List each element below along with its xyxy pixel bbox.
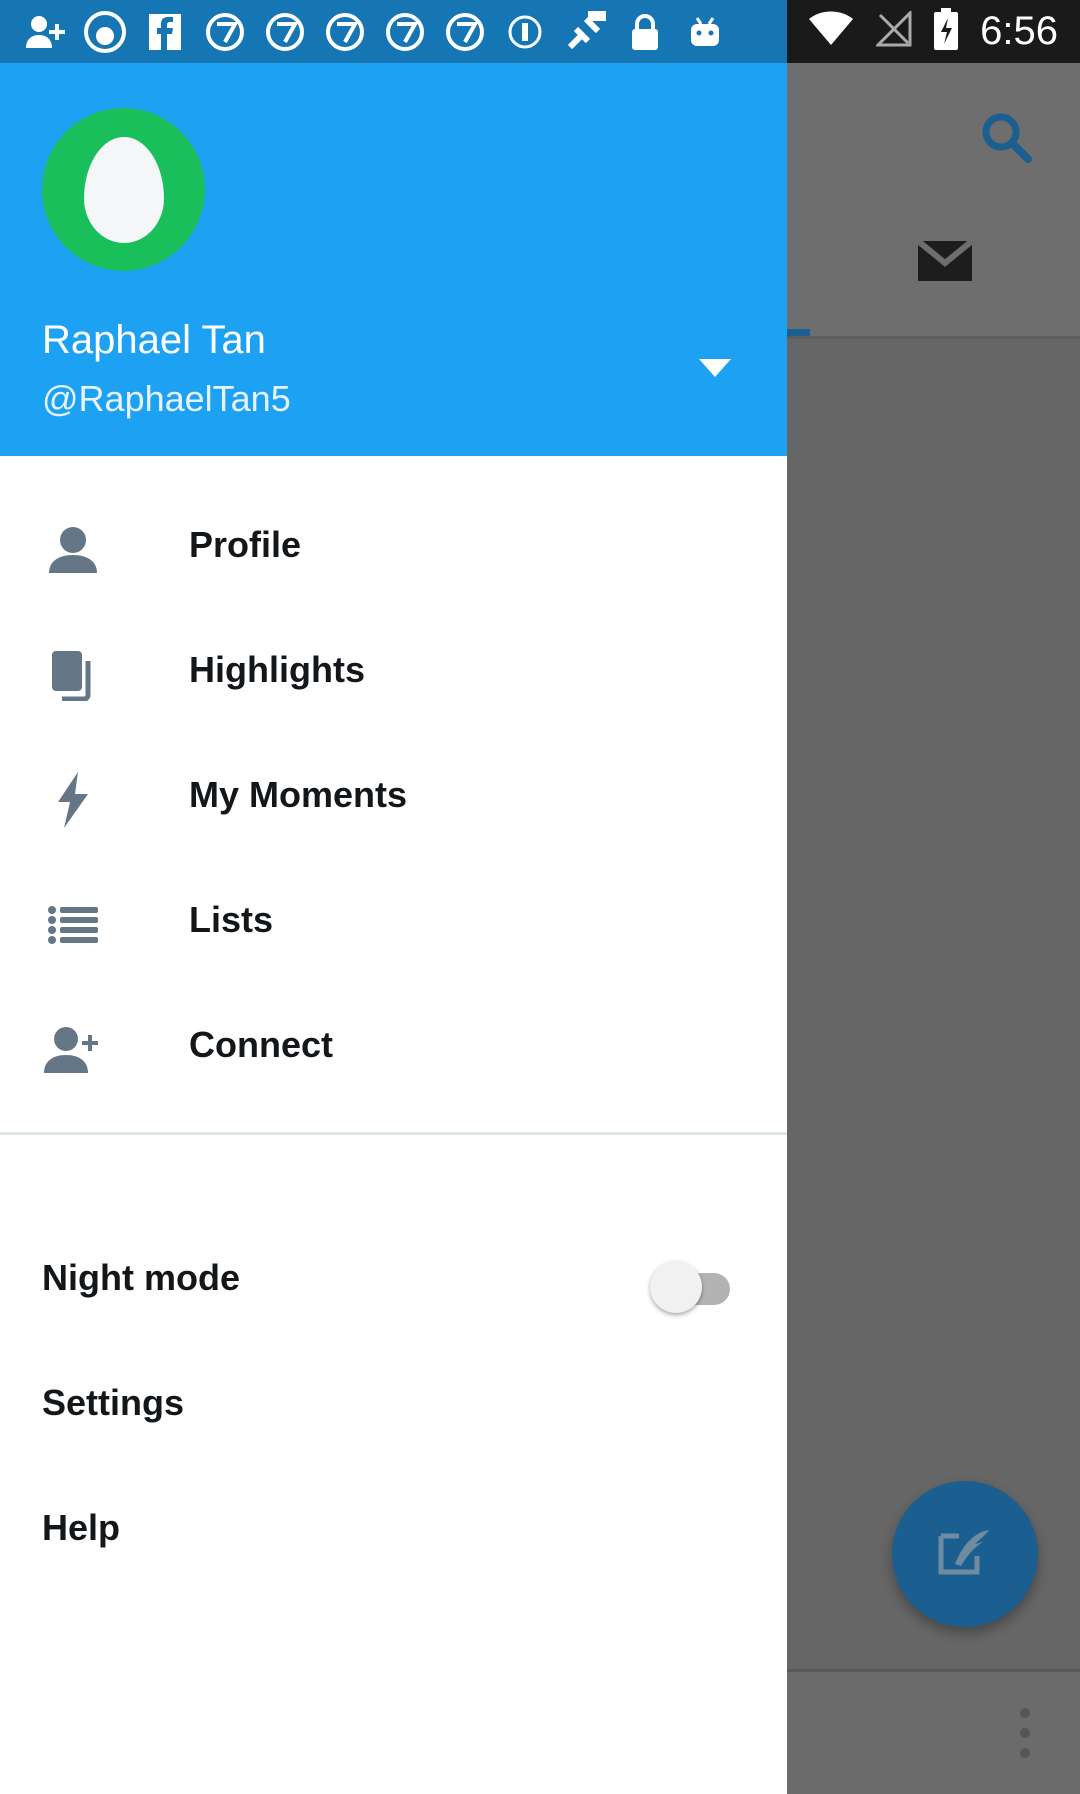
- settings-label: Settings: [42, 1382, 185, 1423]
- user-display-name: Raphael Tan: [42, 318, 266, 362]
- facebook-icon: [142, 9, 188, 55]
- chevron-down-icon: [699, 359, 731, 377]
- search-icon: [977, 108, 1037, 168]
- menu-item-label: Highlights: [189, 649, 365, 690]
- compose-icon: [938, 1530, 989, 1575]
- night-mode-label: Night mode: [42, 1257, 240, 1298]
- default-egg-avatar-icon: [83, 136, 164, 243]
- wifi-icon: [808, 11, 854, 52]
- abc7-icon: [322, 9, 368, 55]
- abc7-icon: [382, 9, 428, 55]
- status-bar-system: 6:56: [808, 0, 1058, 63]
- help-label: Help: [42, 1507, 121, 1548]
- menu-item-connect[interactable]: Connect: [0, 986, 787, 1111]
- menu-item-lists[interactable]: Lists: [0, 861, 787, 986]
- profile-icon: [44, 524, 102, 576]
- menu-item-label: Connect: [189, 1024, 333, 1065]
- no-signal-icon: [874, 9, 912, 52]
- abc7-icon: [202, 9, 248, 55]
- menu-item-highlights[interactable]: Highlights: [0, 611, 787, 736]
- mail-icon: [915, 233, 975, 288]
- drawer-menu: Profile Highlights My Moments Lists Conn…: [0, 456, 787, 1111]
- abc7-icon: [442, 9, 488, 55]
- battery-charging-icon: [934, 8, 959, 55]
- status-bar: 6:56: [0, 0, 1080, 63]
- add-person-icon: [22, 9, 68, 55]
- add-person-icon: [44, 1024, 102, 1076]
- lock-icon: [622, 9, 668, 55]
- user-handle: @RaphaelTan5: [42, 378, 291, 419]
- compose-tweet-button: [892, 1481, 1038, 1627]
- menu-item-profile[interactable]: Profile: [0, 486, 787, 611]
- account-switcher-button[interactable]: [690, 348, 740, 388]
- drawer-section-divider: [0, 1132, 787, 1135]
- lightning-icon: [44, 772, 102, 828]
- info-circle-icon: [502, 9, 548, 55]
- drawer-header: Raphael Tan @RaphaelTan5: [0, 63, 787, 456]
- fake-gps-icon: [562, 9, 608, 55]
- list-icon: [44, 899, 102, 951]
- settings-item[interactable]: Settings: [0, 1344, 787, 1469]
- highlights-icon: [44, 649, 102, 701]
- night-mode-toggle[interactable]: [650, 1259, 738, 1315]
- overflow-menu-icon: [1010, 1703, 1040, 1763]
- navigation-drawer: Raphael Tan @RaphaelTan5 Profile Highlig…: [0, 63, 787, 1794]
- avatar[interactable]: [42, 108, 205, 271]
- background-tab-indicator: [787, 329, 810, 336]
- menu-item-label: Profile: [189, 524, 302, 565]
- screen: 6:56 Raphael Tan @RaphaelTan5 Profile Hi…: [0, 0, 1080, 1794]
- menu-item-my-moments[interactable]: My Moments: [0, 736, 787, 861]
- menu-item-label: Lists: [189, 899, 274, 940]
- status-bar-notifications: [22, 8, 728, 56]
- toggle-thumb: [650, 1261, 702, 1313]
- menu-item-label: My Moments: [189, 774, 408, 815]
- help-item[interactable]: Help: [0, 1469, 787, 1594]
- status-time: 6:56: [980, 9, 1058, 53]
- abc7-icon: [262, 9, 308, 55]
- night-mode-row[interactable]: Night mode: [0, 1219, 787, 1344]
- abc-news-icon: [82, 9, 128, 55]
- android-icon: [682, 9, 728, 55]
